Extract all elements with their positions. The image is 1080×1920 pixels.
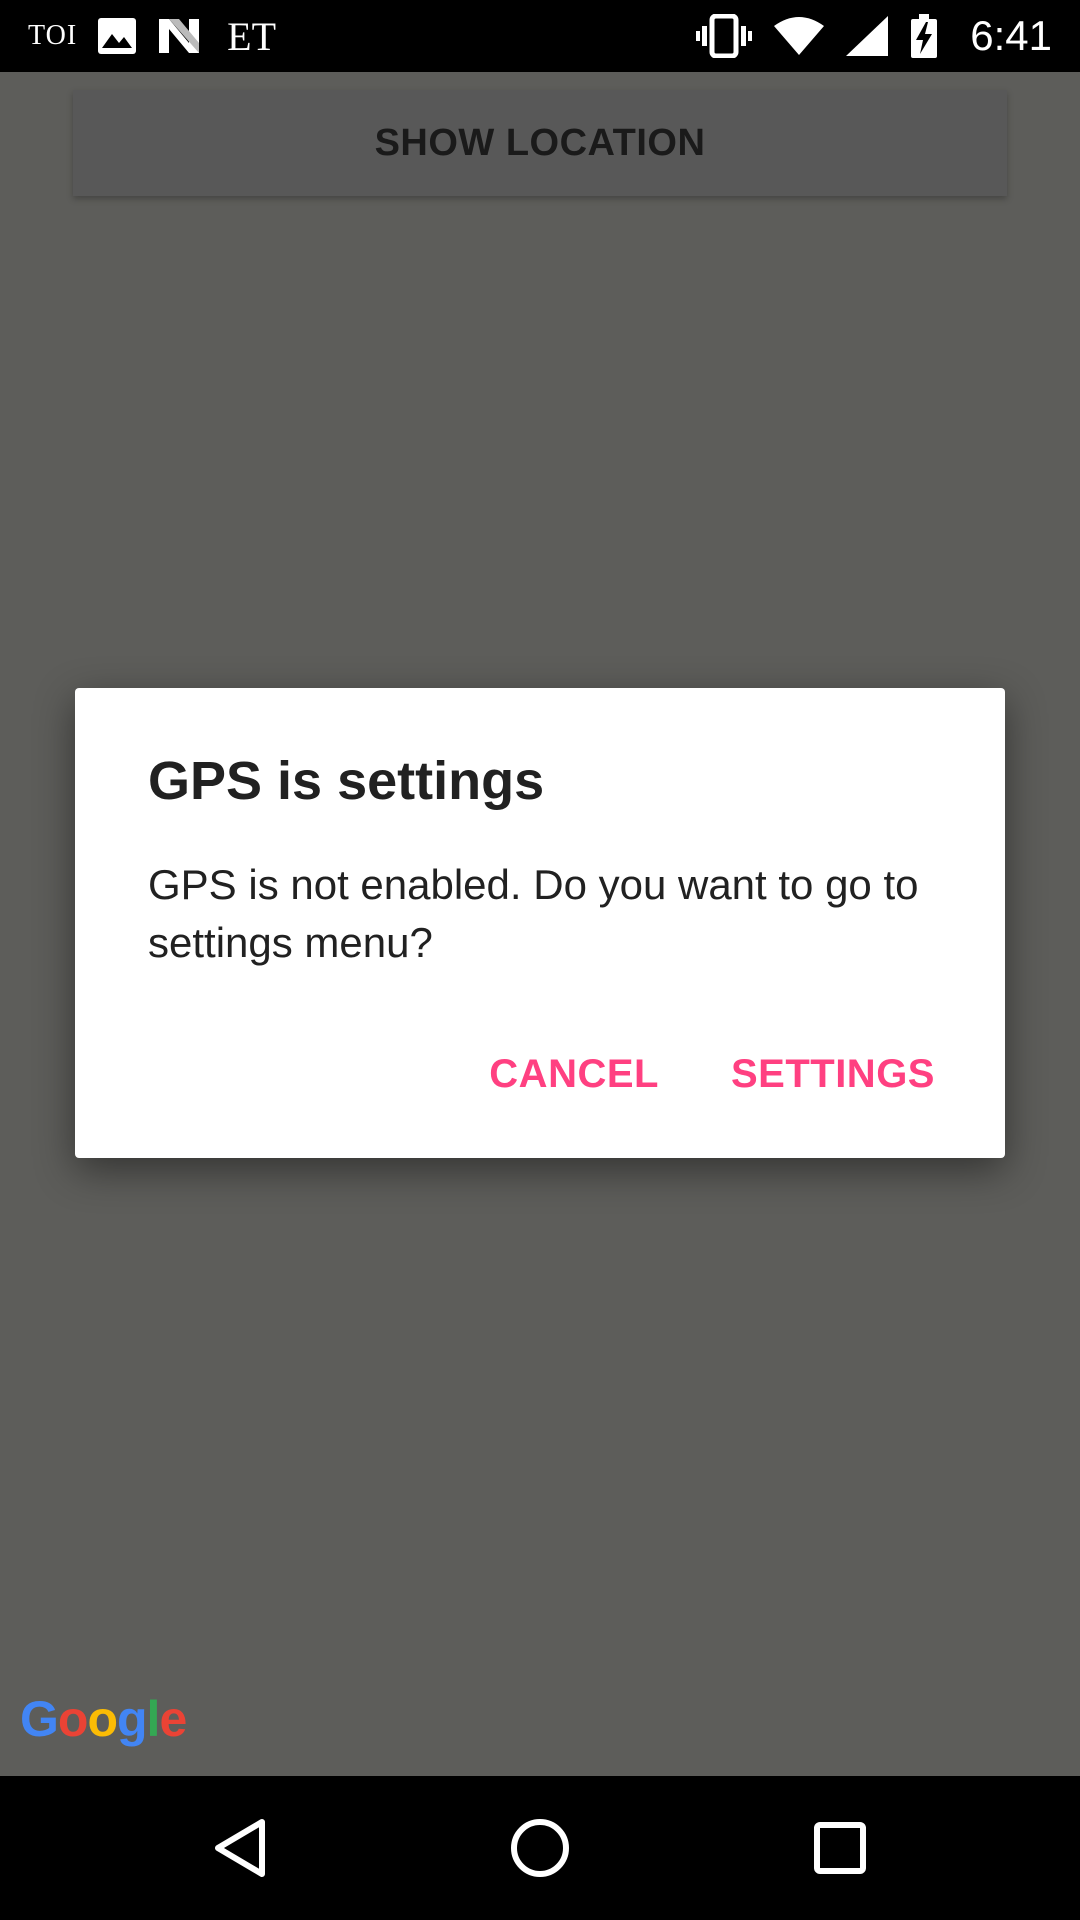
image-icon	[97, 17, 137, 55]
google-logo: Google	[20, 1690, 187, 1748]
status-bar: TOI ET 6:41	[0, 0, 1080, 72]
google-logo-letter: o	[87, 1691, 118, 1747]
toi-notification-icon: TOI	[28, 20, 78, 51]
settings-button[interactable]: SETTINGS	[731, 1052, 935, 1097]
system-icons: 6:41	[696, 0, 1052, 72]
recents-button[interactable]	[740, 1776, 940, 1920]
cancel-button[interactable]: CANCEL	[489, 1052, 659, 1097]
wifi-icon	[774, 16, 825, 56]
google-logo-letter: e	[159, 1691, 187, 1747]
navigation-bar	[0, 1776, 1080, 1920]
dialog-title: GPS is settings	[148, 751, 545, 811]
google-logo-letter: g	[117, 1691, 148, 1747]
back-button[interactable]	[140, 1776, 340, 1920]
vibrate-icon	[696, 14, 753, 58]
show-location-button[interactable]: SHOW LOCATION	[73, 90, 1007, 196]
screen: TOI ET 6:41 SHOW LOCATION Google GPS is …	[0, 0, 1080, 1920]
dialog-message: GPS is not enabled. Do you want to go to…	[148, 861, 919, 966]
google-logo-letter: G	[20, 1691, 59, 1747]
google-logo-letter: l	[146, 1691, 161, 1747]
home-icon	[510, 1818, 570, 1878]
dialog-actions: CANCEL SETTINGS	[489, 1052, 935, 1097]
clock: 6:41	[970, 12, 1052, 59]
home-button[interactable]	[440, 1776, 640, 1920]
recents-icon	[814, 1822, 866, 1874]
gps-alert-dialog: GPS is settings GPS is not enabled. Do y…	[75, 688, 1005, 1158]
back-icon	[212, 1818, 268, 1878]
et-notification-icon: ET	[227, 13, 277, 59]
battery-charging-icon	[910, 14, 938, 58]
n-app-icon	[157, 17, 201, 55]
signal-icon	[846, 16, 889, 56]
notification-icons: TOI ET	[28, 0, 276, 72]
google-logo-letter: o	[57, 1691, 89, 1747]
